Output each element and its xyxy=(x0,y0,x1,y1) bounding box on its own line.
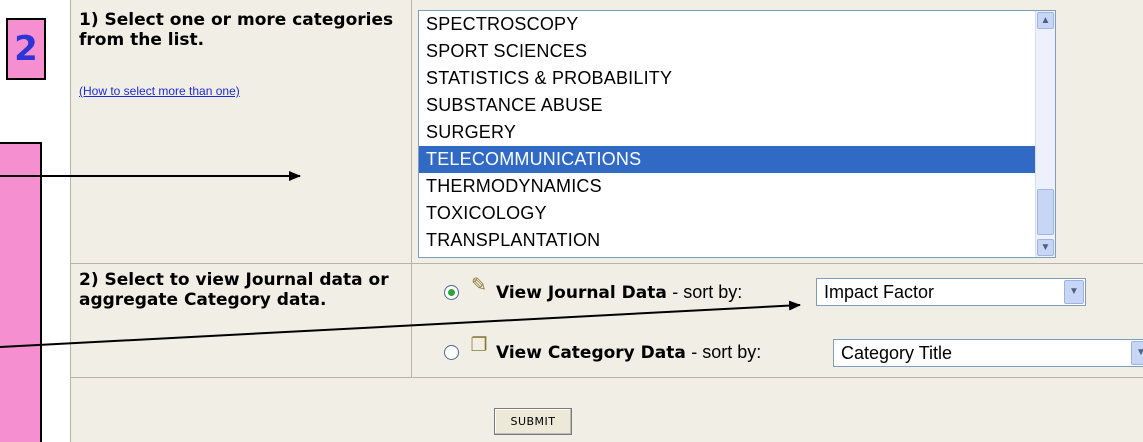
journal-sort-prefix: - sort by: xyxy=(672,282,743,302)
category-option[interactable]: SURGERY xyxy=(419,119,1055,146)
category-binder-icon: ❐ xyxy=(470,335,488,356)
step1-label: 1) Select one or more categories from th… xyxy=(79,10,394,50)
category-data-radio[interactable] xyxy=(444,345,459,360)
journal-data-title: View Journal Data xyxy=(496,283,667,303)
submit-row xyxy=(71,378,1143,442)
category-list-items: SPECTROSCOPY SPORT SCIENCES STATISTICS & P… xyxy=(419,11,1055,254)
category-option[interactable]: THERMODYNAMICS xyxy=(419,173,1055,200)
listbox-scrollbar[interactable]: ▲ ▼ xyxy=(1035,11,1055,257)
category-option[interactable]: SUBSTANCE ABUSE xyxy=(419,92,1055,119)
journal-data-option-label[interactable]: View Journal Data - sort by: xyxy=(496,282,742,303)
chevron-down-icon[interactable]: ▼ xyxy=(1131,341,1143,365)
step1-row: 1) Select one or more categories from th… xyxy=(71,0,1143,264)
category-option[interactable]: SPECTROSCOPY xyxy=(419,11,1055,38)
annotation-side-bar xyxy=(0,142,42,442)
category-option[interactable]: TOXICOLOGY xyxy=(419,200,1055,227)
category-sort-value: Category Title xyxy=(841,343,953,363)
step-number: 2 xyxy=(14,29,38,69)
step2-row: 2) Select to view Journal data or aggreg… xyxy=(71,264,1143,378)
step-number-badge: 2 xyxy=(6,18,46,80)
journal-sort-select[interactable]: Impact Factor ▼ xyxy=(816,278,1086,306)
category-option[interactable]: SPORT SCIENCES xyxy=(419,38,1055,65)
step2-label: 2) Select to view Journal data or aggreg… xyxy=(79,270,389,310)
scroll-down-icon[interactable]: ▼ xyxy=(1037,239,1054,256)
chevron-down-icon[interactable]: ▼ xyxy=(1064,280,1084,304)
scroll-up-icon[interactable]: ▲ xyxy=(1037,12,1054,29)
notepad-icon: ✎ xyxy=(471,275,487,296)
category-selection-form: 1) Select one or more categories from th… xyxy=(70,0,1143,442)
category-option[interactable]: TELECOMMUNICATIONS xyxy=(419,146,1055,173)
category-sort-prefix: - sort by: xyxy=(691,342,762,362)
category-option[interactable]: TRANSPLANTATION xyxy=(419,227,1055,254)
category-listbox[interactable]: SPECTROSCOPY SPORT SCIENCES STATISTICS & P… xyxy=(418,10,1056,258)
scrollbar-thumb[interactable] xyxy=(1037,189,1054,235)
category-sort-select[interactable]: Category Title ▼ xyxy=(833,339,1143,367)
category-option[interactable]: STATISTICS & PROBABILITY xyxy=(419,65,1055,92)
submit-button[interactable]: SUBMIT xyxy=(494,408,572,435)
category-data-option-label[interactable]: View Category Data - sort by: xyxy=(496,342,761,363)
category-data-title: View Category Data xyxy=(496,343,686,363)
help-select-multiple-link[interactable]: (How to select more than one) xyxy=(79,84,240,98)
journal-sort-value: Impact Factor xyxy=(824,282,935,302)
journal-data-radio[interactable] xyxy=(444,285,459,300)
